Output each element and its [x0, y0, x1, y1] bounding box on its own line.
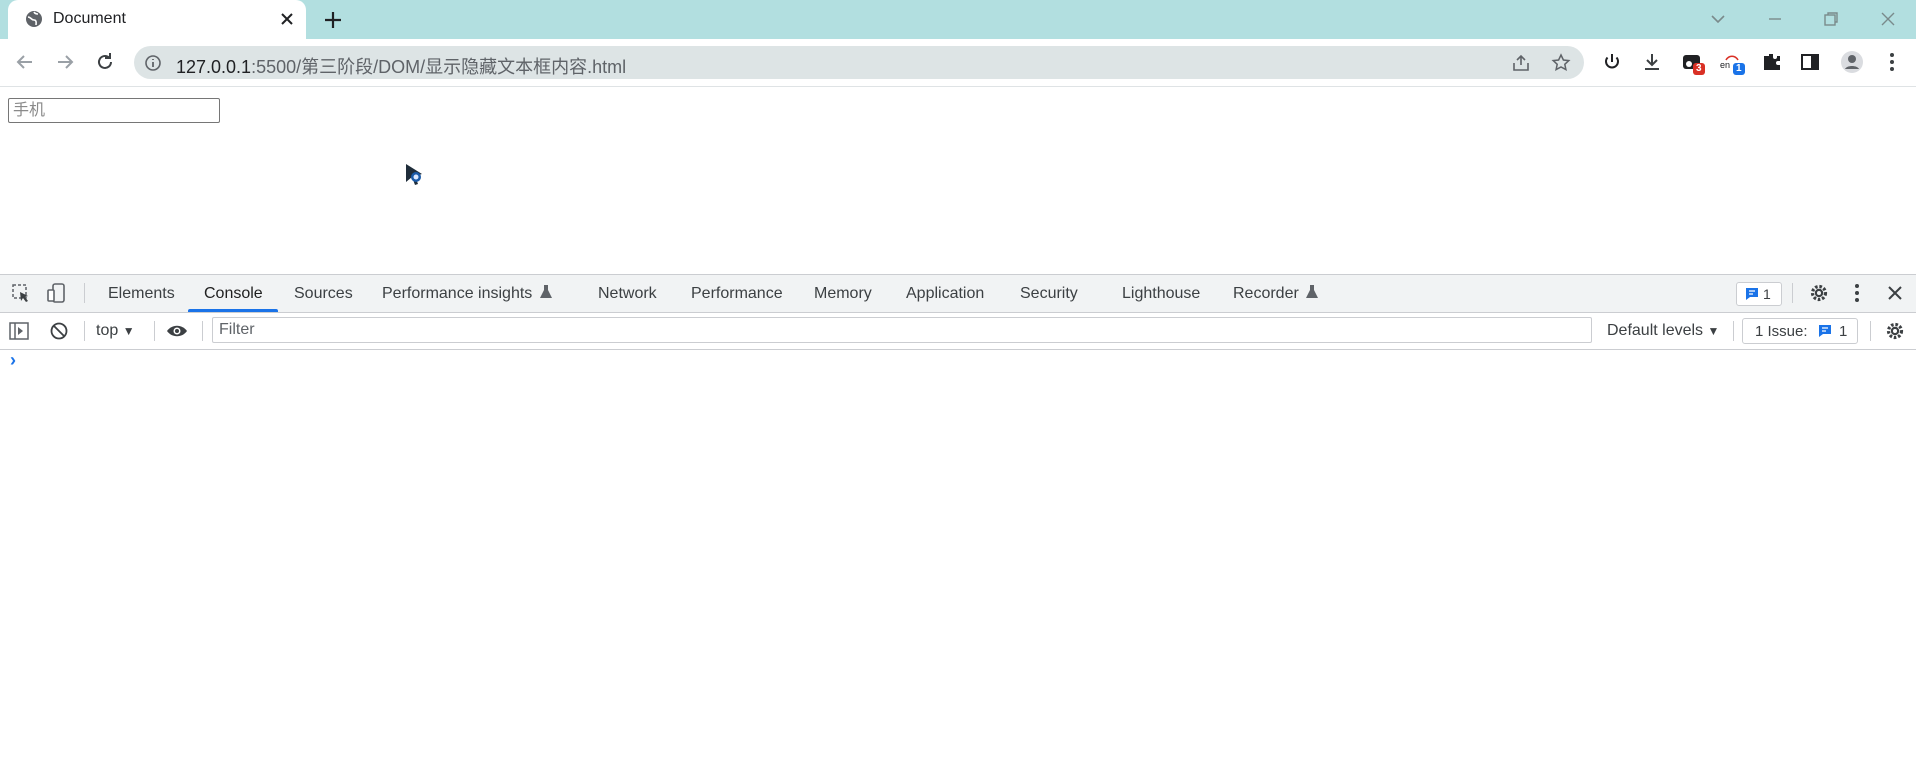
sidebar-toggle-icon[interactable]	[8, 320, 30, 342]
console-toolbar: top ▼ Default levels ▼ 1 Issue: 1	[0, 313, 1916, 350]
minimize-icon[interactable]	[1763, 7, 1787, 31]
flask-icon	[538, 283, 554, 301]
browser-tab[interactable]: Document	[8, 0, 306, 39]
url-host: 127.0.0.1	[176, 57, 252, 77]
gear-icon[interactable]	[1808, 282, 1830, 304]
extension-translate-icon[interactable]: en 1	[1720, 50, 1745, 75]
reload-icon[interactable]	[93, 50, 117, 74]
inspect-icon[interactable]	[10, 282, 32, 304]
tab-sources[interactable]: Sources	[294, 285, 353, 303]
tab-title: Document	[53, 10, 126, 27]
kebab-icon[interactable]	[1880, 50, 1904, 74]
restore-icon[interactable]	[1819, 7, 1843, 31]
star-icon[interactable]	[1550, 52, 1572, 74]
kebab-icon[interactable]	[1846, 282, 1868, 304]
profile-icon[interactable]	[1840, 50, 1864, 74]
separator	[202, 321, 203, 341]
url-text: 127.0.0.1:5500/第三阶段/DOM/显示隐藏文本框内容.html	[176, 53, 626, 79]
info-icon[interactable]	[144, 54, 162, 72]
context-selector[interactable]: top ▼	[96, 322, 135, 340]
extension-badge: 1	[1733, 63, 1745, 75]
separator	[1870, 321, 1871, 341]
tab-application[interactable]: Application	[906, 285, 984, 303]
phone-input[interactable]	[8, 98, 220, 123]
gear-icon[interactable]	[1884, 320, 1906, 342]
separator	[84, 321, 85, 341]
extension-notes-icon[interactable]: 3	[1680, 50, 1705, 75]
dropdown-arrow-icon: ▼	[1707, 324, 1720, 338]
back-arrow-icon[interactable]	[13, 50, 37, 74]
browser-toolbar: 127.0.0.1:5500/第三阶段/DOM/显示隐藏文本框内容.html 3…	[0, 39, 1916, 87]
separator	[1792, 283, 1793, 303]
tab-network[interactable]: Network	[598, 285, 657, 303]
clear-console-icon[interactable]	[48, 320, 70, 342]
tab-memory[interactable]: Memory	[814, 285, 872, 303]
download-icon[interactable]	[1640, 50, 1664, 74]
forward-arrow-icon[interactable]	[53, 50, 77, 74]
chevron-down-icon[interactable]	[1706, 7, 1730, 31]
extension-badge: 3	[1693, 63, 1705, 75]
extension-label: en	[1720, 60, 1731, 70]
log-levels-dropdown[interactable]: Default levels ▼	[1607, 322, 1719, 340]
active-tab-indicator	[188, 309, 278, 312]
close-icon[interactable]	[1884, 282, 1906, 304]
context-label: top	[96, 322, 119, 339]
devtools-tabbar: Elements Console Sources Performance ins…	[0, 275, 1916, 313]
log-levels-label: Default levels	[1607, 322, 1704, 339]
tab-elements[interactable]: Elements	[108, 285, 175, 303]
power-icon[interactable]	[1600, 50, 1624, 74]
console-prompt: ›	[10, 350, 16, 370]
close-window-icon[interactable]	[1876, 7, 1900, 31]
mouse-cursor-icon	[404, 162, 426, 188]
console-output[interactable]: ›	[0, 350, 1916, 773]
messages-count-button[interactable]: 1	[1736, 282, 1782, 306]
separator	[84, 283, 85, 303]
console-filter-input[interactable]	[212, 317, 1592, 343]
close-icon[interactable]	[277, 9, 297, 29]
eye-icon[interactable]	[166, 320, 188, 342]
puzzle-icon[interactable]	[1760, 50, 1784, 74]
device-toggle-icon[interactable]	[46, 282, 68, 304]
separator	[154, 321, 155, 341]
address-bar[interactable]: 127.0.0.1:5500/第三阶段/DOM/显示隐藏文本框内容.html	[134, 46, 1584, 79]
tab-strip: Document	[0, 0, 1916, 39]
issues-label: 1 Issue:	[1755, 323, 1808, 340]
page-viewport	[0, 87, 1916, 714]
globe-icon	[24, 9, 44, 29]
share-icon[interactable]	[1510, 52, 1532, 74]
messages-count: 1	[1763, 286, 1771, 302]
message-icon	[1744, 286, 1760, 302]
message-icon	[1817, 323, 1833, 339]
side-panel-icon[interactable]	[1798, 50, 1822, 74]
devtools-panel: Elements Console Sources Performance ins…	[0, 274, 1916, 773]
issues-count: 1	[1839, 323, 1848, 340]
issues-button[interactable]: 1 Issue: 1	[1742, 318, 1858, 344]
tab-security[interactable]: Security	[1020, 285, 1078, 303]
separator	[1733, 321, 1734, 341]
flask-icon	[1304, 283, 1320, 301]
dropdown-arrow-icon: ▼	[122, 324, 135, 338]
tab-console[interactable]: Console	[204, 285, 263, 303]
tab-performance[interactable]: Performance	[691, 285, 783, 303]
tab-lighthouse[interactable]: Lighthouse	[1122, 285, 1200, 303]
tab-performance-insights[interactable]: Performance insights	[382, 285, 532, 303]
url-path: :5500/第三阶段/DOM/显示隐藏文本框内容.html	[251, 57, 627, 77]
tab-recorder[interactable]: Recorder	[1233, 285, 1299, 303]
plus-icon[interactable]	[322, 9, 344, 31]
